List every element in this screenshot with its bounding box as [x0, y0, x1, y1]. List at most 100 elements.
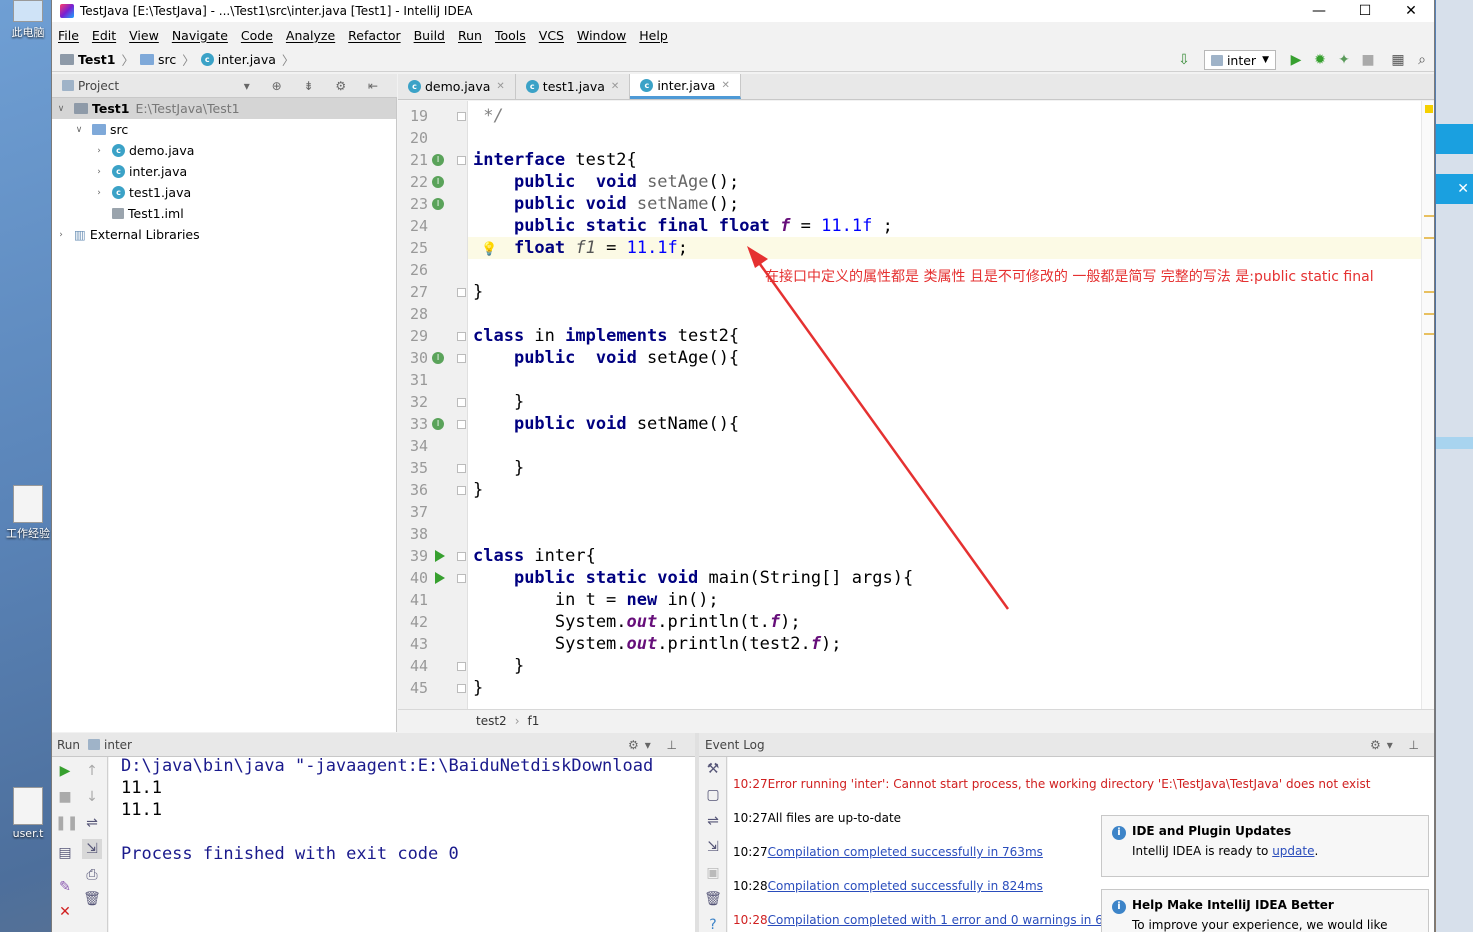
wrap-icon[interactable]: ⇌: [703, 811, 723, 831]
info-icon: i: [1112, 900, 1126, 914]
menu-build[interactable]: Build: [414, 28, 445, 43]
run-icon[interactable]: ▶: [1284, 49, 1308, 71]
scroll-end-icon[interactable]: ⇲: [82, 839, 102, 859]
pin-icon[interactable]: ✎: [55, 877, 75, 897]
menu-analyze[interactable]: Analyze: [286, 28, 335, 43]
folder-icon: [139, 54, 154, 65]
java-class-icon: c: [200, 53, 214, 66]
menu-window[interactable]: Window: [577, 28, 626, 43]
project-icon: [60, 54, 74, 65]
menu-navigate[interactable]: Navigate: [172, 28, 228, 43]
tree-item-test1[interactable]: ∨ Test1 E:\TestJava\Test1: [52, 98, 396, 119]
breadcrumb-project[interactable]: Test1 〉: [60, 50, 134, 69]
java-class-icon: c: [112, 186, 125, 199]
document-icon: [13, 485, 43, 523]
update-link[interactable]: update: [1272, 844, 1314, 858]
print-icon[interactable]: ⎙: [82, 865, 102, 885]
menu-code[interactable]: Code: [241, 28, 273, 43]
scroll-end-icon[interactable]: ⇲: [703, 837, 723, 857]
event-log-toolbar: ⚒ ▢ ⇌ ⇲ ▣ 🗑 ?: [699, 757, 727, 932]
close-run-icon[interactable]: ✕: [55, 902, 75, 922]
rerun-icon[interactable]: ▶: [55, 761, 75, 781]
stop-icon[interactable]: ■: [1356, 49, 1380, 71]
breadcrumb-file[interactable]: c inter.java 〉: [200, 50, 294, 69]
close-tab-icon[interactable]: ✕: [611, 81, 619, 92]
search-icon[interactable]: ⌕: [1410, 49, 1434, 71]
event-entry: 10:28Compilation completed successfully …: [733, 879, 1043, 893]
tab-test1-java[interactable]: c test1.java ✕: [516, 74, 631, 99]
wrap-icon[interactable]: ⇌: [82, 813, 102, 833]
menu-file[interactable]: File: [58, 28, 79, 43]
close-button[interactable]: ✕: [1388, 0, 1434, 22]
layout-icon[interactable]: ▤: [55, 843, 75, 863]
run-toolbar: ▶ ↑ ■ ↓ ❚❚ ⇌ ▤ ⇲ ⎙ ✎ 🗑 ✕: [52, 757, 108, 932]
java-class-icon: c: [112, 165, 125, 178]
event-entry: 10:27Error running 'inter': Cannot start…: [733, 777, 1371, 791]
pause-icon[interactable]: ❚❚: [55, 813, 78, 833]
tab-inter-java[interactable]: c inter.java ✕: [630, 74, 741, 99]
iml-file-icon: [112, 208, 124, 219]
close-tab-icon[interactable]: ✕: [496, 81, 504, 92]
editor-tabs: c demo.java ✕ c test1.java ✕ c inter.java ✕: [398, 74, 1434, 100]
java-class-icon: c: [408, 80, 421, 93]
settings-icon[interactable]: ⚙▾ ⊥: [1370, 738, 1425, 752]
code-editor[interactable]: 19 20 21 I 22 I 23 I 24 25 26 27 28 29 30 I 31 32 33 I 34 35 3…: [398, 101, 1434, 709]
desktop-icon-user[interactable]: user.t: [4, 787, 52, 840]
coverage-icon[interactable]: ✦: [1332, 49, 1356, 71]
debug-icon[interactable]: ✹: [1308, 49, 1332, 71]
document-icon: [13, 787, 43, 825]
desktop-icon-work[interactable]: 工作经验: [4, 485, 52, 541]
breadcrumb-src[interactable]: src 〉: [139, 50, 195, 69]
project-view-icon: [62, 80, 74, 91]
menu-vcs[interactable]: VCS: [539, 28, 564, 43]
run-console[interactable]: D:\java\bin\java "-javaagent:E:\BaiduNet…: [109, 756, 695, 932]
java-class-icon: c: [112, 144, 125, 157]
module-icon: [74, 103, 88, 114]
notification-updates[interactable]: i IDE and Plugin Updates IntelliJ IDEA i…: [1101, 815, 1429, 877]
config-icon: [1210, 54, 1223, 66]
tree-item-demo-java[interactable]: › c demo.java: [52, 140, 396, 161]
menu-tools[interactable]: Tools: [495, 28, 526, 43]
menu-run[interactable]: Run: [458, 28, 482, 43]
settings-icon[interactable]: ⚙▾ ⊥: [628, 738, 683, 752]
config-icon: [88, 739, 101, 750]
maximize-button[interactable]: ☐: [1342, 0, 1388, 22]
desktop-icon-this-pc[interactable]: 此电脑: [4, 0, 52, 40]
event-entry: 10:27All files are up-to-date: [733, 811, 902, 825]
menu-help[interactable]: Help: [639, 28, 668, 43]
toolbar: ⇩ inter ▼ ▶ ✹ ✦ ■ ▦ ⌕: [1172, 48, 1434, 72]
source-folder-icon: [92, 124, 106, 135]
notification-help-improve[interactable]: i Help Make IntelliJ IDEA Better To impr…: [1101, 889, 1429, 932]
run-configuration-select[interactable]: inter ▼: [1203, 50, 1276, 70]
menu-view[interactable]: View: [129, 28, 159, 43]
computer-icon: [13, 0, 43, 22]
down-icon[interactable]: ↓: [82, 787, 102, 807]
up-icon[interactable]: ↑: [82, 761, 102, 781]
stop-icon[interactable]: ■: [55, 787, 75, 807]
tree-item-src[interactable]: ∨ src: [52, 119, 396, 140]
balloon-icon[interactable]: ▢: [703, 785, 723, 805]
close-tab-icon[interactable]: ✕: [721, 80, 729, 91]
tree-item-inter-java[interactable]: › c inter.java: [52, 161, 396, 182]
tree-item-external-libraries[interactable]: › ▥ External Libraries: [52, 224, 396, 245]
help-icon[interactable]: ?: [703, 915, 723, 932]
project-panel-header: Project ▾ ⊕ ⇟ ⚙ ⇤: [52, 74, 397, 98]
tree-item-iml[interactable]: Test1.iml: [52, 203, 396, 224]
settings-icon[interactable]: ⚒: [703, 759, 723, 779]
tree-item-test1-java[interactable]: › c test1.java: [52, 182, 396, 203]
build-icon[interactable]: ⇩: [1172, 49, 1196, 71]
navigation-bar: Test1 〉 src 〉 c inter.java 〉 ⇩ inter ▼ ▶ ✹ ✦ …: [52, 48, 1434, 72]
minimize-button[interactable]: —: [1296, 0, 1342, 22]
run-panel-header: Run inter ⚙▾ ⊥: [52, 733, 695, 757]
menu-refactor[interactable]: Refactor: [348, 28, 400, 43]
project-tree: ∨ Test1 E:\TestJava\Test1 ∨ src › c demo.java…: [52, 98, 397, 732]
trash-icon[interactable]: 🗑: [703, 889, 723, 909]
menu-bar: File Edit View Navigate Code Analyze Ref…: [52, 22, 1434, 48]
project-structure-icon[interactable]: ▦: [1386, 49, 1410, 71]
editor-error-stripe: [1421, 101, 1434, 709]
menu-edit[interactable]: Edit: [92, 28, 116, 43]
tab-demo-java[interactable]: c demo.java ✕: [398, 74, 516, 99]
trash-icon[interactable]: 🗑: [82, 889, 102, 909]
mark-read-icon[interactable]: ▣: [703, 863, 723, 883]
intellij-logo-icon: [60, 4, 74, 18]
